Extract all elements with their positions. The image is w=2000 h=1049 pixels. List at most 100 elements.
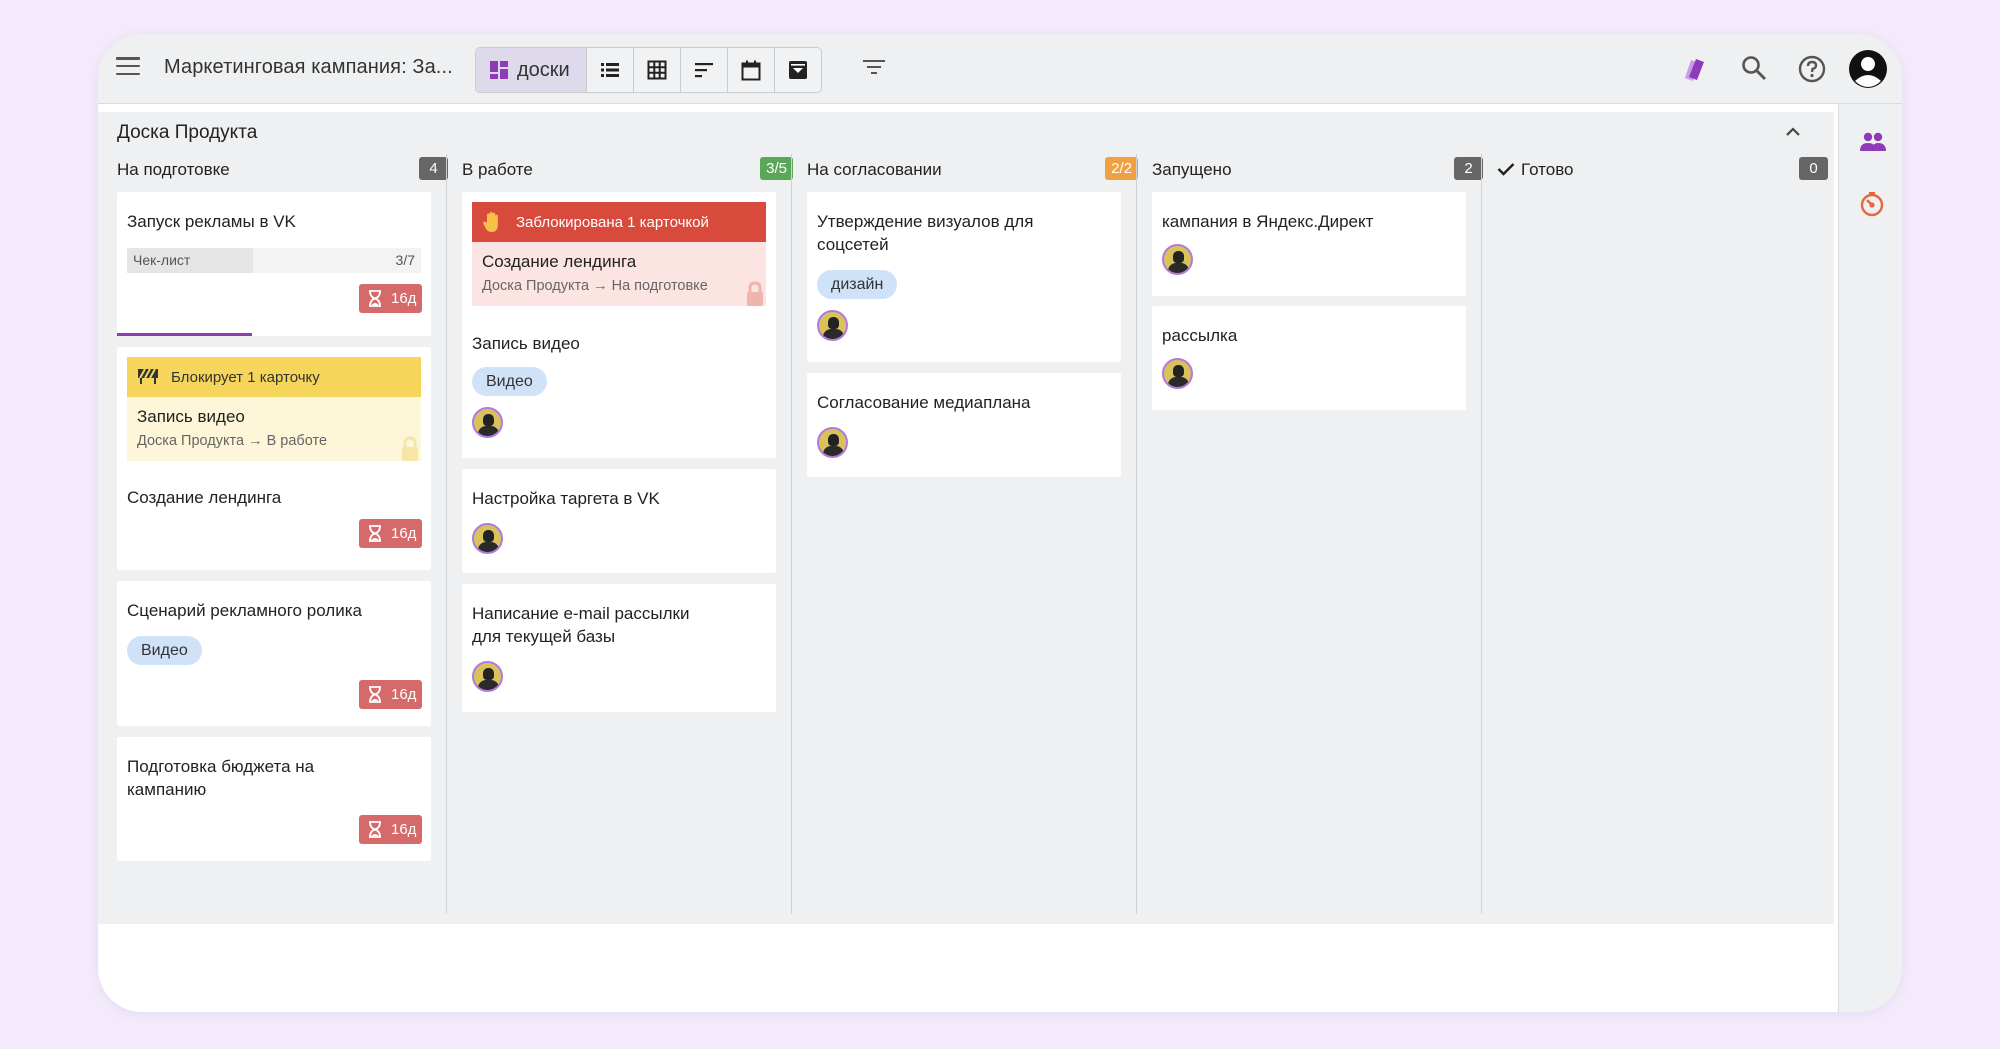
hourglass-icon [369,525,381,542]
avatar[interactable] [1162,244,1193,275]
card[interactable]: Блокирует 1 карточку Запись видео Доска … [117,347,431,570]
card-title-line2: кампанию [127,780,207,799]
card[interactable]: рассылка [1152,306,1466,410]
tag[interactable]: Видео [127,636,202,665]
account-icon [1849,50,1887,88]
column-count: 2 [1454,157,1483,180]
filter-button[interactable] [862,58,886,81]
avatar[interactable] [472,407,503,438]
blocked-relation[interactable]: Заблокирована 1 карточкой Создание ленди… [472,202,766,306]
column-done: Готово 0 [1497,154,1842,914]
hourglass-icon [369,290,381,307]
team-icon [1860,132,1886,151]
card-title: Написание e-mail рассылки для текущей ба… [472,602,689,648]
hourglass-icon [369,686,381,703]
list-icon [601,63,619,77]
checklist-count: 3/7 [395,252,415,268]
list-view-button[interactable] [586,48,633,92]
timeline-view-button[interactable] [680,48,727,92]
card[interactable]: Написание e-mail рассылки для текущей ба… [462,584,776,712]
card[interactable]: Подготовка бюджета на кампанию 16д [117,737,431,861]
avatar[interactable] [817,310,848,341]
avatar[interactable] [817,427,848,458]
cards-button[interactable] [1679,54,1709,89]
menu-icon[interactable] [116,57,140,81]
app-window: Маркетинговая кампания: За... доски Доск… [98,34,1902,1012]
card[interactable]: Заблокирована 1 карточкой Создание ленди… [462,192,776,458]
avatar[interactable] [1162,358,1193,389]
blocks-header: Блокирует 1 карточку [127,357,421,397]
blocked-label: Заблокирована 1 карточкой [516,214,709,231]
deadline-badge: 16д [359,519,422,548]
account-button[interactable] [1848,49,1888,94]
card-title-line2: для текущей базы [472,627,616,646]
timeline-icon [695,63,713,78]
top-bar: Маркетинговая кампания: За... доски [98,34,1902,104]
avatar[interactable] [472,661,503,692]
board-icon [490,61,508,79]
card-progress-fill [117,333,253,336]
card-progress-line [117,333,431,336]
blocks-relation[interactable]: Блокирует 1 карточку Запись видео Доска … [127,357,421,461]
blocks-label: Блокирует 1 карточку [171,369,320,386]
tag[interactable]: Видео [472,367,547,396]
column-header: На подготовке 4 [117,154,462,184]
timer-button[interactable] [1859,192,1885,223]
board-view-label: доски [517,58,570,81]
card[interactable]: Согласование медиаплана [807,373,1121,477]
card-title: рассылка [1162,326,1238,345]
calendar-view-button[interactable] [727,48,774,92]
column-divider [1481,154,1482,914]
deadline-badge: 16д [359,284,422,313]
hourglass-icon [369,821,381,838]
card-title: Настройка таргета в VK [472,489,660,508]
right-sidebar [1838,104,1902,1012]
collapse-button[interactable] [1784,124,1802,142]
board-view-button[interactable]: доски [476,48,586,92]
help-icon [1798,55,1826,83]
column-divider [1136,154,1137,914]
search-button[interactable] [1740,54,1768,87]
lock-icon [747,281,763,306]
card-title-line1: Утверждение визуалов для [817,212,1034,231]
checklist[interactable]: Чек-лист 3/7 [127,248,421,273]
card[interactable]: Сценарий рекламного ролика Видео 16д [117,581,431,726]
card-title-line1: Написание e-mail рассылки [472,604,690,623]
column-name: В работе [462,160,533,179]
card-title: Запуск рекламы в VK [127,212,296,231]
card-title: Утверждение визуалов для соцсетей [817,210,1033,256]
board: Доска Продукта На подготовке 4 Запуск ре… [98,112,1834,924]
archive-view-button[interactable] [774,48,821,92]
blocks-card-path: Доска Продукта → В работе [137,433,328,449]
card-title: Создание лендинга [127,488,282,507]
card[interactable]: Настройка таргета в VK [462,469,776,573]
filter-icon [863,60,885,74]
column-count: 0 [1799,157,1828,180]
column-approval: На согласовании 2/2 Утверждение визуалов… [807,154,1152,914]
card-title: кампания в Яндекс.Директ [1162,212,1374,231]
blocked-body: Создание лендинга Доска Продукта → На по… [472,242,766,306]
view-switcher: доски [475,47,822,93]
column-divider [791,154,792,914]
tag[interactable]: дизайн [817,270,898,299]
blocked-card-path: Доска Продукта → На подготовке [482,278,708,294]
card[interactable]: Утверждение визуалов для соцсетей дизайн [807,192,1121,362]
card[interactable]: кампания в Яндекс.Директ [1152,192,1466,296]
column-count: 2/2 [1105,157,1138,180]
table-view-button[interactable] [633,48,680,92]
barrier-icon [138,368,158,384]
checklist-label: Чек-лист [133,252,191,268]
column-count: 3/5 [760,157,793,180]
project-title[interactable]: Маркетинговая кампания: За... [164,56,453,79]
card[interactable]: Запуск рекламы в VK Чек-лист 3/7 16д [117,192,431,336]
archive-icon [789,61,807,79]
column-in-progress: В работе 3/5 Заблокирована 1 карточкой С… [462,154,807,914]
deadline-text: 16д [391,525,417,542]
column-name: На подготовке [117,160,230,179]
column-preparation: На подготовке 4 Запуск рекламы в VK Чек-… [117,154,462,914]
avatar[interactable] [472,523,503,554]
help-button[interactable] [1797,54,1827,89]
team-button[interactable] [1859,132,1887,157]
deadline-text: 16д [391,686,417,703]
column-header: Готово 0 [1497,154,1842,184]
